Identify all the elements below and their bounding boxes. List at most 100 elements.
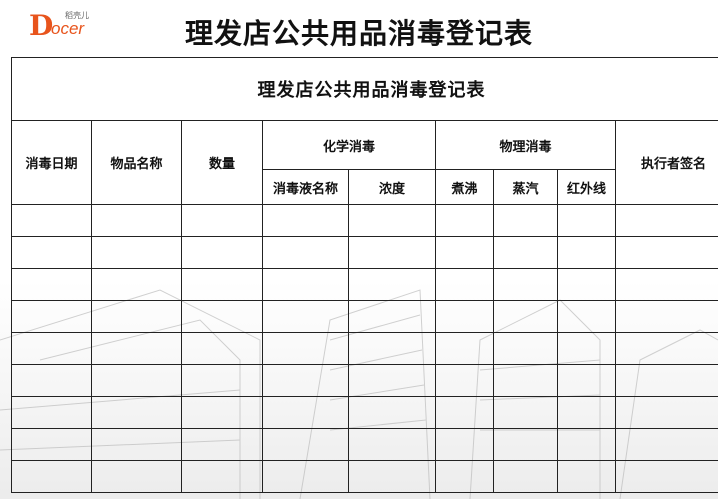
- table-cell[interactable]: [181, 428, 263, 461]
- table-cell[interactable]: [91, 364, 182, 397]
- table-cell[interactable]: [557, 460, 616, 493]
- table-cell[interactable]: [11, 428, 92, 461]
- header-item-name: 物品名称: [91, 120, 182, 205]
- table-cell[interactable]: [435, 332, 494, 365]
- table-cell[interactable]: [435, 396, 494, 429]
- table-cell[interactable]: [435, 428, 494, 461]
- table-row: [11, 428, 718, 461]
- disinfection-register-table: 理发店公共用品消毒登记表 消毒日期 物品名称 数量 化学消毒 物理消毒 执行者签…: [10, 57, 718, 493]
- table-cell[interactable]: [493, 332, 558, 365]
- table-cell[interactable]: [262, 204, 349, 237]
- table-cell[interactable]: [557, 428, 616, 461]
- table-cell[interactable]: [614, 428, 718, 461]
- table-cell[interactable]: [614, 332, 718, 365]
- table-cell[interactable]: [262, 332, 349, 365]
- table-cell[interactable]: [91, 396, 182, 429]
- table-cell[interactable]: [91, 460, 182, 493]
- table-cell[interactable]: [614, 460, 718, 493]
- table-cell[interactable]: [435, 364, 494, 397]
- table-cell[interactable]: [91, 236, 182, 269]
- table-cell[interactable]: [348, 204, 436, 237]
- table-cell[interactable]: [435, 268, 494, 301]
- table-cell[interactable]: [181, 364, 263, 397]
- table-row: [11, 396, 718, 429]
- table-cell[interactable]: [614, 236, 718, 269]
- table-cell[interactable]: [435, 204, 494, 237]
- table-cell[interactable]: [348, 396, 436, 429]
- table-cell[interactable]: [614, 300, 718, 333]
- table-row: [11, 236, 718, 269]
- table-cell[interactable]: [262, 428, 349, 461]
- header-steam: 蒸汽: [493, 169, 558, 205]
- table-cell[interactable]: [181, 460, 263, 493]
- header-date: 消毒日期: [11, 120, 92, 205]
- table-cell[interactable]: [181, 204, 263, 237]
- table-row: [11, 268, 718, 301]
- table-cell[interactable]: [435, 300, 494, 333]
- table-cell[interactable]: [11, 236, 92, 269]
- table-cell[interactable]: [181, 300, 263, 333]
- table-cell[interactable]: [262, 268, 349, 301]
- table-cell[interactable]: [11, 332, 92, 365]
- table-cell[interactable]: [262, 396, 349, 429]
- table-cell[interactable]: [493, 300, 558, 333]
- table-cell[interactable]: [262, 236, 349, 269]
- header-concentration: 浓度: [348, 169, 436, 205]
- table-cell[interactable]: [557, 204, 616, 237]
- table-row: [11, 300, 718, 333]
- table-cell[interactable]: [181, 268, 263, 301]
- table-cell[interactable]: [91, 428, 182, 461]
- table-cell[interactable]: [493, 268, 558, 301]
- table-cell[interactable]: [557, 364, 616, 397]
- table-cell[interactable]: [11, 300, 92, 333]
- table-cell[interactable]: [348, 300, 436, 333]
- table-cell[interactable]: [348, 268, 436, 301]
- table-cell[interactable]: [11, 396, 92, 429]
- table-cell[interactable]: [493, 364, 558, 397]
- table-cell[interactable]: [557, 396, 616, 429]
- table-cell[interactable]: [181, 236, 263, 269]
- table-cell[interactable]: [262, 460, 349, 493]
- table-cell[interactable]: [557, 300, 616, 333]
- table-cell[interactable]: [91, 332, 182, 365]
- table-cell[interactable]: [493, 236, 558, 269]
- table-cell[interactable]: [11, 460, 92, 493]
- table-cell[interactable]: [348, 332, 436, 365]
- table-cell[interactable]: [11, 364, 92, 397]
- table-cell[interactable]: [91, 268, 182, 301]
- table-cell[interactable]: [557, 268, 616, 301]
- table-row: [11, 460, 718, 493]
- table-cell[interactable]: [557, 236, 616, 269]
- table-cell[interactable]: [557, 332, 616, 365]
- table-cell[interactable]: [181, 396, 263, 429]
- table-cell[interactable]: [262, 300, 349, 333]
- header-boiling: 煮沸: [435, 169, 494, 205]
- table-cell[interactable]: [493, 460, 558, 493]
- header-executor: 执行者签名: [614, 120, 718, 205]
- table-title: 理发店公共用品消毒登记表: [10, 57, 718, 121]
- table-cell[interactable]: [91, 204, 182, 237]
- table-cell[interactable]: [11, 204, 92, 237]
- table-cell[interactable]: [435, 236, 494, 269]
- header-quantity: 数量: [181, 120, 263, 205]
- table-cell[interactable]: [348, 236, 436, 269]
- table-body: [11, 204, 718, 493]
- table-row: [11, 332, 718, 365]
- table-cell[interactable]: [348, 364, 436, 397]
- table-cell[interactable]: [262, 364, 349, 397]
- table-cell[interactable]: [614, 396, 718, 429]
- table-cell[interactable]: [614, 364, 718, 397]
- table-cell[interactable]: [614, 268, 718, 301]
- table-cell[interactable]: [181, 332, 263, 365]
- table-cell[interactable]: [348, 428, 436, 461]
- table-row: [11, 204, 718, 237]
- table-cell[interactable]: [614, 204, 718, 237]
- table-cell[interactable]: [91, 300, 182, 333]
- table-cell[interactable]: [493, 396, 558, 429]
- table-cell[interactable]: [493, 204, 558, 237]
- header-disinfectant-name: 消毒液名称: [262, 169, 349, 205]
- table-cell[interactable]: [11, 268, 92, 301]
- table-cell[interactable]: [493, 428, 558, 461]
- table-cell[interactable]: [348, 460, 436, 493]
- table-cell[interactable]: [435, 460, 494, 493]
